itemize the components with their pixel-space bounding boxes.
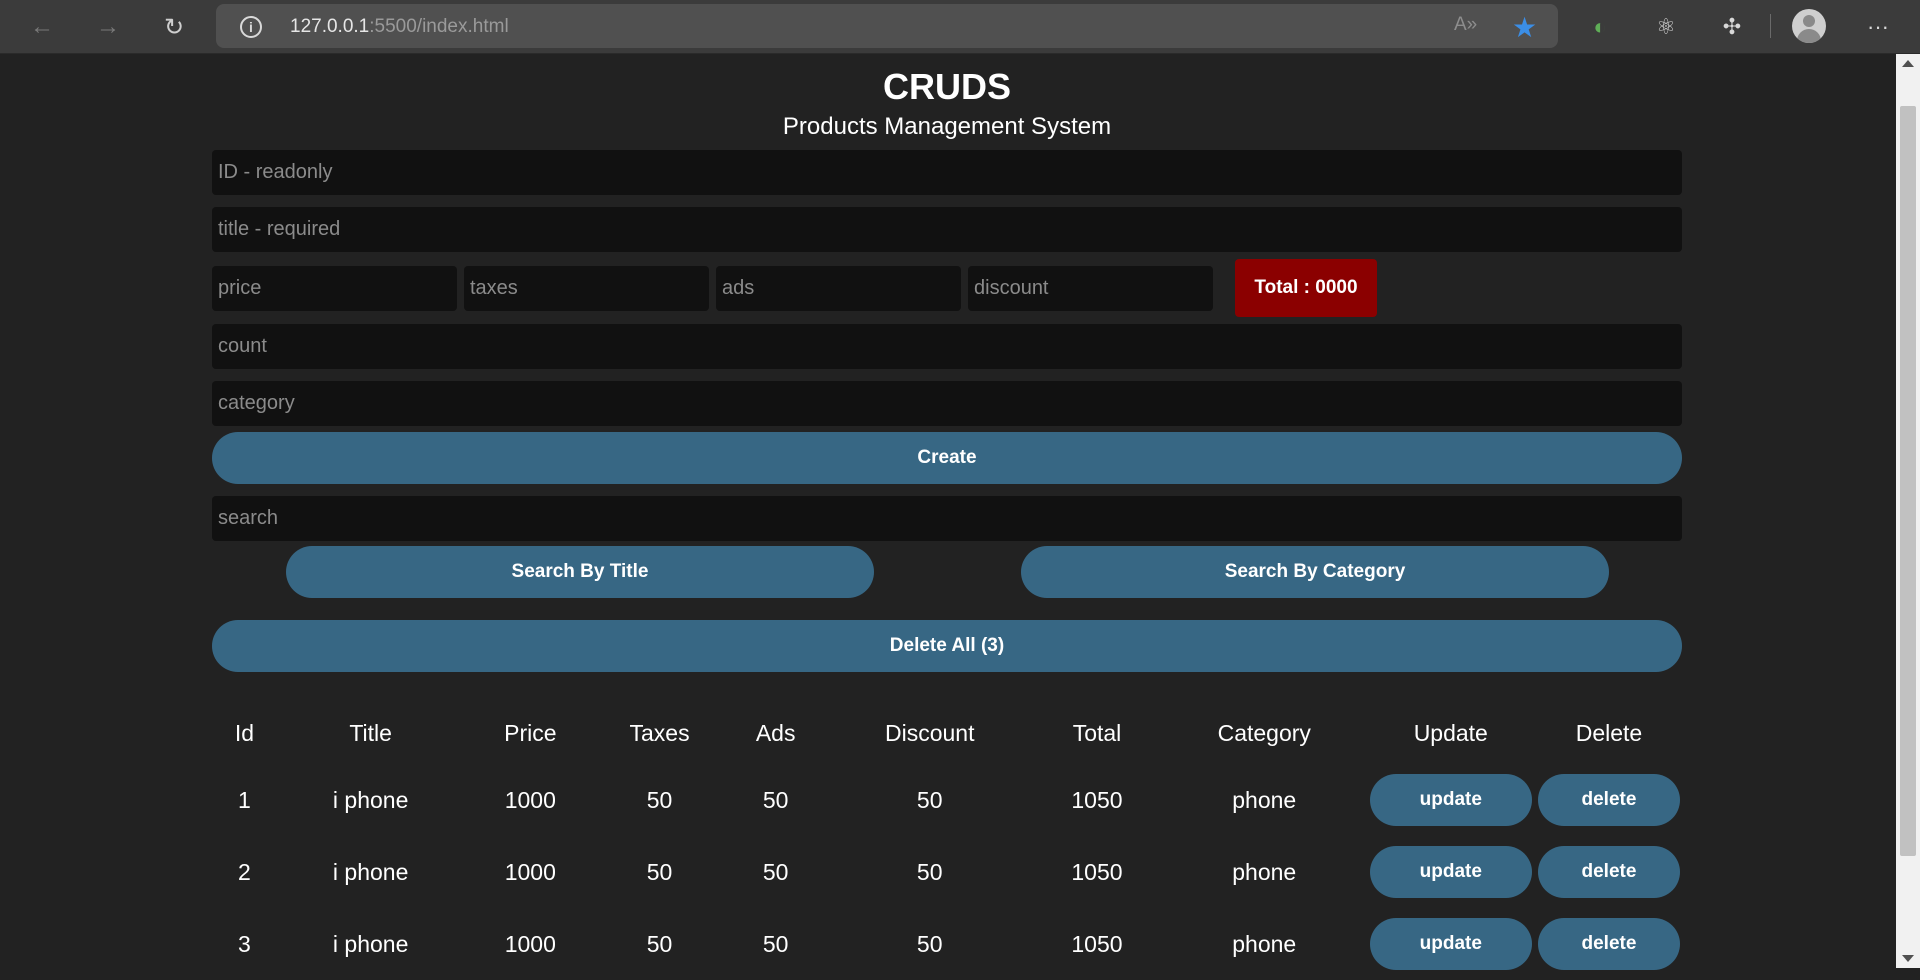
col-header-delete: Delete <box>1575 719 1643 746</box>
cell-category: phone <box>1232 858 1297 885</box>
col-header-taxes: Taxes <box>629 719 690 746</box>
delete-button[interactable]: delete <box>1537 846 1680 898</box>
table-row: 2 i phone 1000 50 50 50 1050 phone updat… <box>212 836 1682 908</box>
read-aloud-icon[interactable]: A» <box>1454 14 1477 36</box>
page-scrollbar[interactable] <box>1896 54 1920 968</box>
cell-delete: delete <box>1536 764 1682 836</box>
update-button[interactable]: update <box>1369 846 1532 898</box>
url-host: 127.0.0.1 <box>290 16 370 37</box>
back-icon[interactable]: ← <box>24 9 60 45</box>
cell-total: 1050 <box>1071 858 1123 885</box>
cell-price: 1000 <box>504 786 556 813</box>
col-header-discount: Discount <box>884 719 975 746</box>
search-by-category-button[interactable]: Search By Category <box>1021 546 1609 598</box>
cell-category: phone <box>1232 930 1297 957</box>
url-text[interactable]: 127.0.0.1:5500/index.html <box>290 16 509 38</box>
col-header-update: Update <box>1413 719 1488 746</box>
discount-field[interactable] <box>968 265 1213 311</box>
cell-category: phone <box>1232 786 1297 813</box>
cell-title: i phone <box>332 786 409 813</box>
cell-total: 1050 <box>1071 786 1123 813</box>
col-header-title: Title <box>349 719 392 746</box>
col-header-category: Category <box>1217 719 1311 746</box>
create-button[interactable]: Create <box>212 432 1682 484</box>
delete-all-button[interactable]: Delete All (3) <box>212 620 1682 672</box>
delete-button[interactable]: delete <box>1537 918 1680 970</box>
toolbar-divider <box>1770 14 1771 38</box>
cell-id: 3 <box>238 930 251 957</box>
react-devtools-icon[interactable]: ⚛ <box>1648 9 1684 45</box>
extensions-puzzle-icon[interactable]: ✣ <box>1714 9 1750 45</box>
table-row: 3 i phone 1000 50 50 50 1050 phone updat… <box>212 908 1682 980</box>
category-field[interactable] <box>212 381 1682 426</box>
col-header-id: Id <box>234 719 255 746</box>
search-input[interactable] <box>212 496 1682 541</box>
cell-discount: 50 <box>916 786 943 813</box>
search-by-title-button[interactable]: Search By Title <box>286 546 874 598</box>
cell-delete: delete <box>1536 908 1682 980</box>
col-header-price: Price <box>504 719 557 746</box>
cell-price: 1000 <box>504 858 556 885</box>
page-subtitle: Products Management System <box>782 113 1112 140</box>
more-options-icon[interactable]: ··· <box>1860 9 1896 45</box>
taxes-field[interactable] <box>464 265 709 311</box>
address-bar[interactable]: i 127.0.0.1:5500/index.html A» ★ <box>216 4 1558 48</box>
cell-price: 1000 <box>504 930 556 957</box>
cell-discount: 50 <box>916 858 943 885</box>
page-title: CRUDS <box>882 66 1011 107</box>
scroll-down-arrow-icon[interactable] <box>1902 955 1914 962</box>
products-table: Id Title Price Taxes Ads Discount Total … <box>212 702 1682 980</box>
table-row: 1 i phone 1000 50 50 50 1050 phone updat… <box>212 764 1682 836</box>
search-buttons-row: Search By Title Search By Category <box>212 546 1682 598</box>
cell-ads: 50 <box>762 930 789 957</box>
cell-update: update <box>1366 764 1536 836</box>
total-badge: Total : 0000 <box>1235 259 1377 317</box>
refresh-icon[interactable]: ↻ <box>156 9 192 45</box>
cell-discount: 50 <box>916 930 943 957</box>
cell-taxes: 50 <box>646 786 673 813</box>
cell-title: i phone <box>332 930 409 957</box>
url-path: :5500/index.html <box>369 16 509 37</box>
extension-globe-icon[interactable]: ◐ <box>1582 9 1618 45</box>
favorite-star-icon[interactable]: ★ <box>1512 11 1537 44</box>
col-header-total: Total <box>1072 719 1122 746</box>
cell-title: i phone <box>332 858 409 885</box>
scroll-up-arrow-icon[interactable] <box>1902 60 1914 67</box>
scrollbar-thumb[interactable] <box>1900 106 1916 856</box>
title-field[interactable] <box>212 207 1682 252</box>
cell-update: update <box>1366 908 1536 980</box>
col-header-ads: Ads <box>755 719 796 746</box>
cell-delete: delete <box>1536 836 1682 908</box>
cell-total: 1050 <box>1071 930 1123 957</box>
cell-taxes: 50 <box>646 858 673 885</box>
cell-update: update <box>1366 836 1536 908</box>
profile-avatar-icon[interactable] <box>1792 9 1826 43</box>
cell-id: 2 <box>238 858 251 885</box>
forward-icon[interactable]: → <box>90 9 126 45</box>
price-field[interactable] <box>212 265 457 311</box>
site-info-icon[interactable]: i <box>240 16 262 38</box>
cell-id: 1 <box>238 786 251 813</box>
table-header-row: Id Title Price Taxes Ads Discount Total … <box>212 702 1682 764</box>
price-row: Total : 0000 <box>212 259 1682 317</box>
id-field[interactable] <box>212 150 1682 195</box>
browser-toolbar: ← → ↻ i 127.0.0.1:5500/index.html A» ★ ◐… <box>0 0 1920 54</box>
cell-ads: 50 <box>762 858 789 885</box>
crud-container: CRUDS Products Management System Total :… <box>212 54 1682 672</box>
ads-field[interactable] <box>716 265 961 311</box>
delete-button[interactable]: delete <box>1537 774 1680 826</box>
update-button[interactable]: update <box>1369 918 1532 970</box>
cell-taxes: 50 <box>646 930 673 957</box>
update-button[interactable]: update <box>1369 774 1532 826</box>
cell-ads: 50 <box>762 786 789 813</box>
count-field[interactable] <box>212 324 1682 369</box>
